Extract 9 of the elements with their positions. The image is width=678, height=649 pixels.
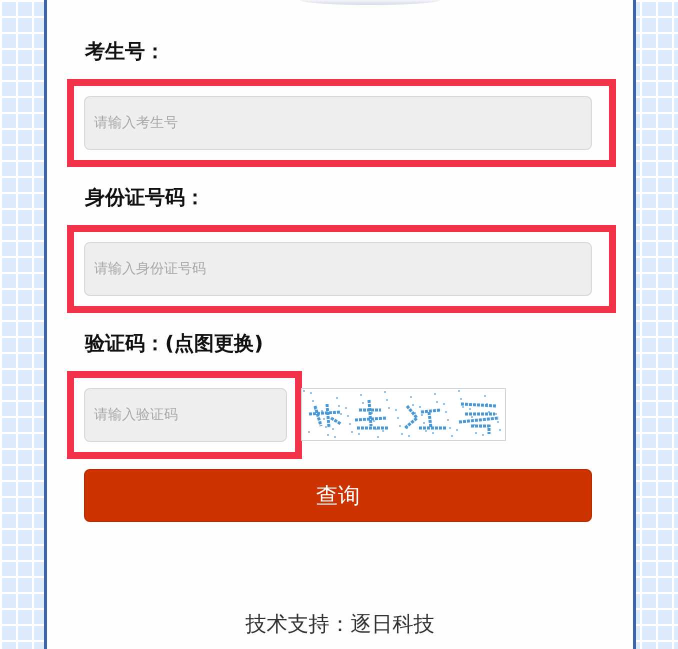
input-field[interactable]: 请输入身份证号码: [84, 242, 592, 296]
input-field[interactable]: 请输入验证码: [84, 388, 287, 442]
field-label: 验证码：(点图更换): [85, 331, 264, 355]
query-button[interactable]: 查询: [84, 469, 592, 522]
field-label: 考生号：: [85, 39, 166, 63]
field-label: 身份证号码：: [85, 185, 206, 209]
support-text: 技术支持：逐日科技: [246, 611, 434, 638]
captcha-drawing[interactable]: [301, 388, 506, 441]
input-field[interactable]: 请输入考生号: [84, 96, 592, 150]
